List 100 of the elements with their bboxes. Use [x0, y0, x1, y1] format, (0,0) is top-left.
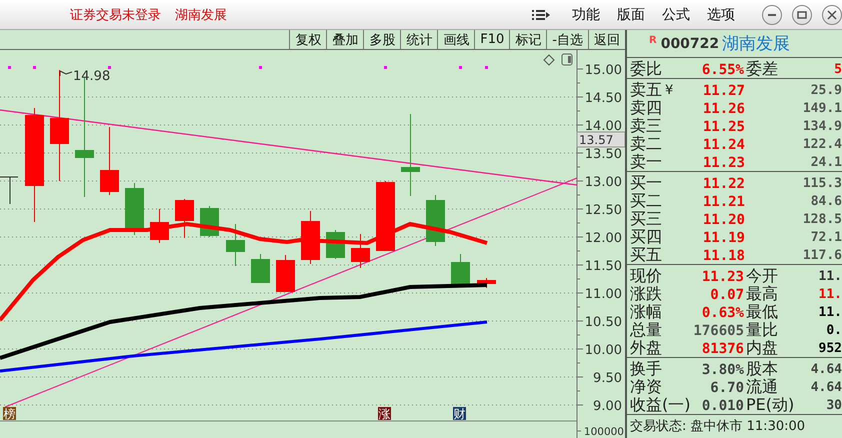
- field-value: 4.64: [810, 362, 842, 377]
- price-label: 12.50: [584, 203, 622, 218]
- current-price-label: 13.57: [576, 132, 625, 148]
- field-value: 30: [825, 398, 842, 413]
- login-status: 证券交易未登录: [70, 6, 161, 24]
- field-label: 内盘: [745, 338, 779, 359]
- price-label: 14.00: [584, 119, 622, 134]
- bid-level-label: 买四: [630, 227, 662, 248]
- ask-level-label: 卖五: [630, 80, 662, 100]
- field-label: 委差: [745, 59, 779, 80]
- stock-name: 湖南发展: [175, 6, 227, 24]
- event-marker: 财: [453, 407, 466, 421]
- order-volume: 84.6: [810, 194, 842, 209]
- field-label: 量比: [745, 320, 779, 340]
- order-price: 11.27: [702, 82, 745, 98]
- field-label: 收益(一): [630, 395, 690, 416]
- currency-symbol: ¥: [665, 83, 674, 98]
- high-price-label: 14.98: [60, 69, 110, 84]
- bid-level-label: 买二: [630, 191, 662, 212]
- candlestick: [477, 278, 496, 288]
- candlestick: [301, 210, 320, 264]
- close-button[interactable]: [822, 4, 842, 24]
- price-label: 13.00: [584, 175, 622, 190]
- order-price: 11.23: [702, 154, 745, 170]
- menu-item[interactable]: 公式: [662, 6, 690, 24]
- price-label: 10.50: [584, 315, 622, 330]
- candlestick: [100, 126, 119, 196]
- field-label: 最低: [745, 302, 779, 322]
- order-price: 11.26: [702, 100, 745, 116]
- field-label: 现价: [630, 266, 662, 286]
- field-label: 股本: [745, 359, 779, 378]
- field-value: 952: [818, 341, 842, 356]
- order-volume: 24.1: [810, 155, 842, 170]
- menu-item[interactable]: 功能: [572, 6, 600, 24]
- field-value: 0.07: [709, 286, 744, 302]
- price-label: 10.00: [584, 343, 622, 358]
- candlestick: [226, 224, 245, 266]
- maximize-icon: [797, 10, 807, 20]
- order-volume: 122.4: [802, 137, 842, 152]
- field-value: 6.70: [709, 380, 744, 396]
- field-value: 5: [833, 62, 842, 77]
- field-value: 11.: [818, 305, 842, 320]
- order-price: 11.24: [702, 136, 745, 152]
- field-value: 176605: [692, 322, 744, 338]
- field-value: 4.64: [810, 380, 842, 395]
- field-value: 11.: [818, 287, 842, 302]
- price-label: 11.00: [584, 287, 622, 302]
- maximize-button[interactable]: [792, 4, 812, 24]
- candlestick: [150, 208, 169, 244]
- order-volume: 115.3: [802, 176, 842, 191]
- candlestick: [451, 254, 470, 284]
- field-label: 流通: [745, 377, 779, 397]
- order-volume: 72.1: [810, 230, 842, 245]
- price-label: 9.00: [593, 399, 622, 414]
- diamond-icon[interactable]: [543, 54, 555, 66]
- field-label: 今开: [745, 266, 779, 286]
- menu-item[interactable]: 选项: [707, 6, 735, 24]
- event-marker: 榜: [3, 407, 16, 421]
- order-volume: 149.1: [802, 101, 842, 116]
- field-label: 净资: [630, 377, 662, 397]
- candlestick: [175, 198, 194, 238]
- bid-level-label: 买一: [630, 173, 662, 194]
- field-label: 换手: [630, 359, 662, 379]
- order-volume: 134.9: [802, 119, 842, 134]
- field-label: 委比: [630, 59, 662, 80]
- order-price: 11.18: [702, 248, 745, 264]
- order-price: 11.22: [702, 176, 745, 192]
- price-label: 9.50: [593, 371, 622, 386]
- bid-level-label: 买五: [630, 245, 662, 266]
- field-value: 6.55%: [700, 62, 744, 78]
- menu-icon[interactable]: [532, 8, 550, 20]
- panel-toggle-icon[interactable]: [562, 54, 572, 66]
- trading-status: 交易状态: 盘中休市 11:30:00: [629, 418, 806, 435]
- minimize-button[interactable]: [762, 4, 782, 24]
- candlestick: [125, 182, 144, 236]
- field-value: 0.: [825, 323, 842, 338]
- price-label: 12.00: [584, 231, 622, 246]
- price-label: 15.00: [584, 63, 622, 78]
- candlestick: [351, 234, 370, 268]
- stock-name: 湖南发展: [722, 33, 790, 55]
- field-value: 11.23: [700, 268, 744, 284]
- field-label: 涨跌: [630, 284, 662, 304]
- price-label: 11.50: [584, 259, 622, 274]
- field-value: 11.: [818, 269, 842, 284]
- candlestick: [251, 254, 270, 284]
- order-volume: 128.5: [802, 212, 842, 227]
- ask-level-label: 卖三: [630, 116, 662, 136]
- field-label: 涨幅: [630, 302, 662, 322]
- menu-item[interactable]: 版面: [617, 6, 645, 24]
- candlestick: [426, 194, 445, 246]
- candlestick: [0, 176, 18, 204]
- flag-label: R: [649, 35, 657, 46]
- field-value: 0.010: [700, 398, 744, 414]
- order-price: 11.25: [702, 118, 745, 134]
- field-value: 0.63%: [700, 304, 744, 320]
- field-value: 81376: [700, 340, 744, 356]
- bid-level-label: 买三: [630, 209, 662, 230]
- candlestick: [376, 180, 395, 252]
- price-label: 14.50: [584, 91, 622, 106]
- event-marker: 涨: [378, 407, 391, 421]
